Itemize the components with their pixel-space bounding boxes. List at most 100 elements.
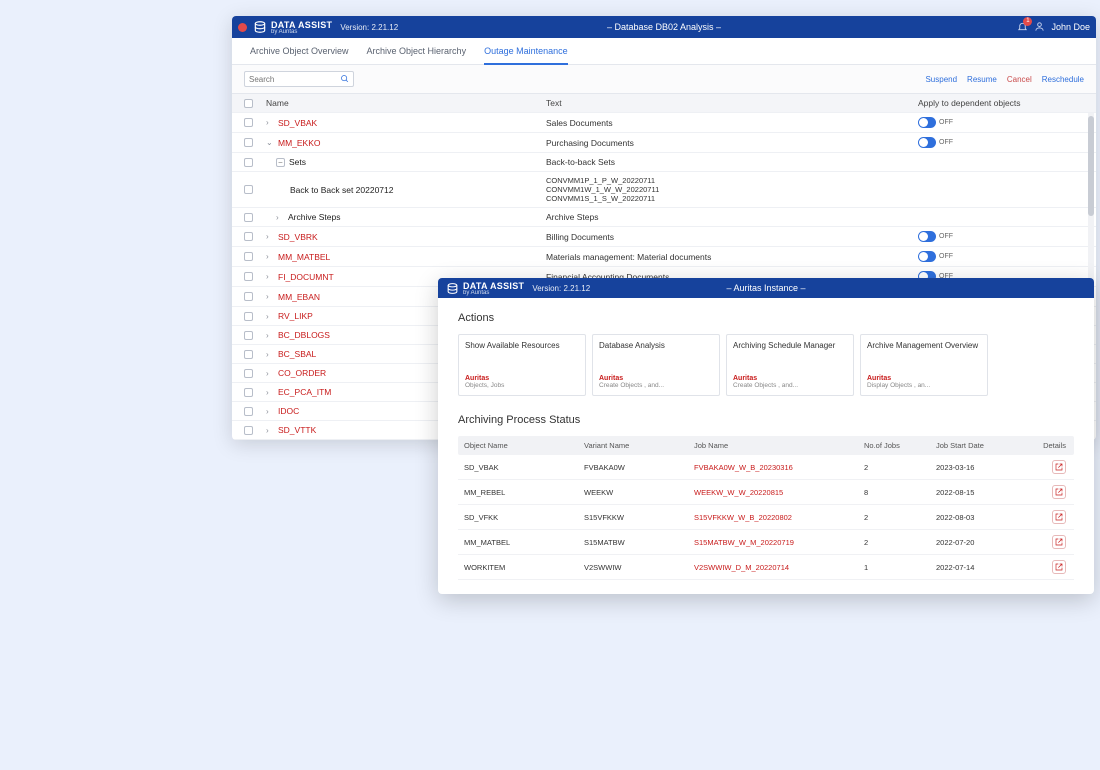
toggle[interactable]: OFF [918, 117, 1078, 128]
aps-job-link[interactable]: FVBAKA0W_W_B_20230316 [694, 463, 864, 472]
tab-outage-maintenance[interactable]: Outage Maintenance [484, 46, 568, 65]
col-variant: Variant Name [584, 441, 694, 450]
row-checkbox[interactable] [244, 252, 253, 261]
chevron-right-icon[interactable]: › [266, 292, 274, 301]
chevron-right-icon[interactable]: › [276, 213, 284, 222]
section-aps-title: Archiving Process Status [458, 414, 1074, 426]
logo: DATA ASSIST by Auritas [446, 281, 524, 296]
row-checkbox[interactable] [244, 369, 253, 378]
action-reschedule[interactable]: Reschedule [1042, 75, 1084, 84]
aps-date: 2022-08-03 [936, 513, 1036, 522]
details-button[interactable] [1052, 535, 1066, 549]
row-checkbox[interactable] [244, 213, 253, 222]
details-button[interactable] [1052, 460, 1066, 474]
select-all-checkbox[interactable] [244, 99, 253, 108]
chevron-right-icon[interactable]: › [266, 232, 274, 241]
aps-row: WORKITEMV2SWWIWV2SWWIW_D_M_2022071412022… [458, 555, 1074, 580]
toggle[interactable]: OFF [918, 251, 1078, 262]
search-icon[interactable] [340, 74, 349, 85]
table-header: Name Text Apply to dependent objects [232, 94, 1096, 113]
chevron-right-icon[interactable]: › [266, 252, 274, 261]
action-cancel[interactable]: Cancel [1007, 75, 1032, 84]
text-line: CONVMM1P_1_P_W_20220711 [546, 176, 918, 185]
object-link[interactable]: MM_EKKO [278, 138, 321, 148]
search-input[interactable] [249, 75, 340, 84]
row-checkbox[interactable] [244, 426, 253, 435]
object-link[interactable]: RV_LIKP [278, 311, 313, 321]
chevron-right-icon[interactable]: › [266, 388, 274, 397]
close-icon[interactable] [238, 23, 247, 32]
toggle[interactable]: OFF [918, 231, 1078, 242]
tab-archive-object-hierarchy[interactable]: Archive Object Hierarchy [367, 46, 467, 64]
object-link[interactable]: SD_VTTK [278, 425, 316, 435]
chevron-right-icon[interactable]: › [266, 118, 274, 127]
aps-job-link[interactable]: S15MATBW_W_M_20220719 [694, 538, 864, 547]
tab-archive-object-overview[interactable]: Archive Object Overview [250, 46, 349, 64]
row-checkbox[interactable] [244, 350, 253, 359]
object-link: Back to Back set 20220712 [290, 185, 394, 195]
table-row: ›MM_MATBELMaterials management: Material… [232, 247, 1096, 267]
toggle[interactable]: OFF [918, 137, 1078, 148]
action-card[interactable]: Database AnalysisAuritasCreate Objects ,… [592, 334, 720, 396]
scrollbar-thumb[interactable] [1088, 116, 1094, 216]
text-line: CONVMM1S_1_S_W_20220711 [546, 194, 918, 203]
chevron-right-icon[interactable]: › [266, 426, 274, 435]
apply-cell: OFF [918, 251, 1078, 262]
titlebar: DATA ASSIST by Auritas Version: 2.21.12 … [232, 16, 1096, 38]
notification-icon[interactable]: 1 [1017, 21, 1028, 34]
object-link[interactable]: SD_VBRK [278, 232, 318, 242]
object-link[interactable]: FI_DOCUMNT [278, 272, 334, 282]
chevron-right-icon[interactable]: › [266, 350, 274, 359]
chevron-down-icon[interactable]: ⌄ [266, 138, 274, 147]
row-checkbox[interactable] [244, 138, 253, 147]
row-checkbox[interactable] [244, 185, 253, 194]
details-button[interactable] [1052, 510, 1066, 524]
search-box[interactable] [244, 71, 354, 87]
aps-njobs: 8 [864, 488, 936, 497]
row-checkbox[interactable] [244, 272, 253, 281]
version-label: Version: 2.21.12 [532, 284, 590, 293]
object-link[interactable]: BC_SBAL [278, 349, 316, 359]
chevron-right-icon[interactable]: › [266, 312, 274, 321]
object-link[interactable]: BC_DBLOGS [278, 330, 330, 340]
object-link[interactable]: SD_VBAK [278, 118, 317, 128]
object-link[interactable]: MM_EBAN [278, 292, 320, 302]
object-link[interactable]: IDOC [278, 406, 299, 416]
chevron-right-icon[interactable]: › [266, 331, 274, 340]
details-button[interactable] [1052, 485, 1066, 499]
aps-job-link[interactable]: WEEKW_W_W_20220815 [694, 488, 864, 497]
aps-job-link[interactable]: V2SWWIW_D_M_20220714 [694, 563, 864, 572]
action-card[interactable]: Archiving Schedule ManagerAuritasCreate … [726, 334, 854, 396]
card-brand: Auritas [733, 375, 847, 382]
titlebar: DATA ASSIST by Auritas Version: 2.21.12 … [438, 278, 1094, 298]
text-cell: Purchasing Documents [546, 138, 918, 148]
action-card[interactable]: Show Available ResourcesAuritasObjects, … [458, 334, 586, 396]
row-checkbox[interactable] [244, 158, 253, 167]
object-link[interactable]: MM_MATBEL [278, 252, 330, 262]
details-button[interactable] [1052, 560, 1066, 574]
row-checkbox[interactable] [244, 232, 253, 241]
row-checkbox[interactable] [244, 292, 253, 301]
object-link[interactable]: EC_PCA_ITM [278, 387, 331, 397]
table-row: –SetsBack-to-back Sets [232, 153, 1096, 172]
object-link[interactable]: CO_ORDER [278, 368, 326, 378]
col-start: Job Start Date [936, 441, 1036, 450]
row-checkbox[interactable] [244, 388, 253, 397]
row-checkbox[interactable] [244, 312, 253, 321]
action-cards: Show Available ResourcesAuritasObjects, … [458, 334, 1074, 396]
row-checkbox[interactable] [244, 407, 253, 416]
text-cell: Billing Documents [546, 232, 918, 242]
chevron-right-icon[interactable]: › [266, 272, 274, 281]
action-card[interactable]: Archive Management OverviewAuritasDispla… [860, 334, 988, 396]
card-title: Show Available Resources [465, 341, 579, 351]
user-icon[interactable] [1034, 21, 1045, 34]
collapse-icon[interactable]: – [276, 158, 285, 167]
action-resume[interactable]: Resume [967, 75, 997, 84]
chevron-right-icon[interactable]: › [266, 407, 274, 416]
row-checkbox[interactable] [244, 331, 253, 340]
user-name[interactable]: John Doe [1051, 22, 1090, 32]
aps-job-link[interactable]: S15VFKKW_W_B_20220802 [694, 513, 864, 522]
row-checkbox[interactable] [244, 118, 253, 127]
chevron-right-icon[interactable]: › [266, 369, 274, 378]
action-suspend[interactable]: Suspend [925, 75, 957, 84]
